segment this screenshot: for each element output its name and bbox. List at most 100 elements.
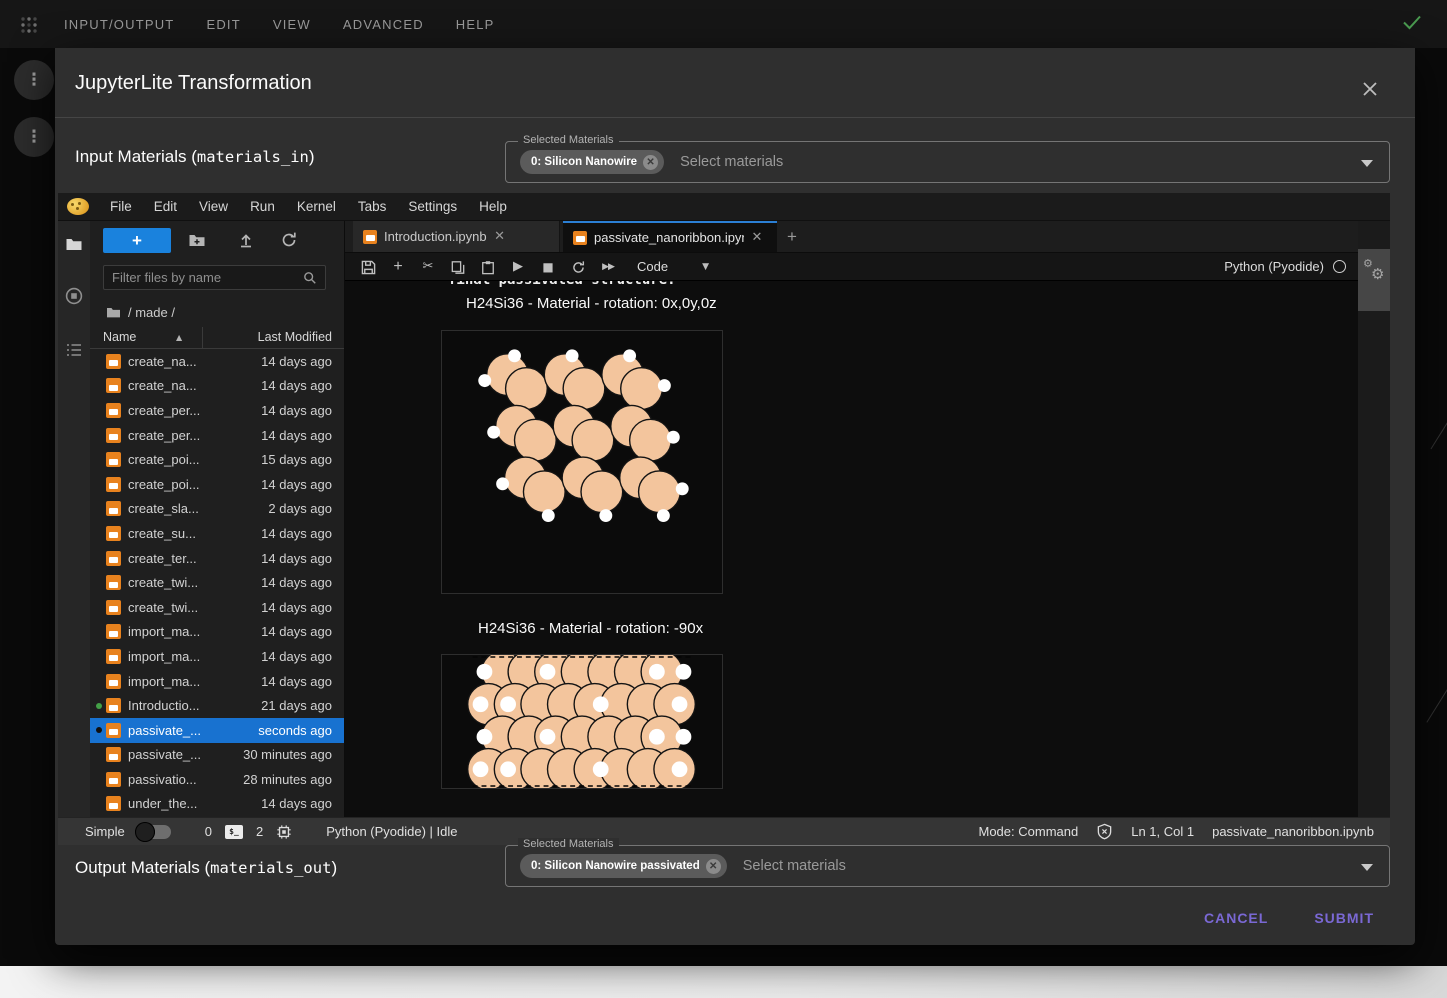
input-material-chip[interactable]: 0: Silicon Nanowire ✕ bbox=[520, 150, 664, 174]
restart-run-all-icon[interactable]: ▶▶ bbox=[593, 262, 623, 272]
menu-input-output[interactable]: INPUT/OUTPUT bbox=[64, 17, 174, 32]
kebab-menu-button[interactable]: ⋮ bbox=[14, 60, 54, 100]
filter-files-box[interactable] bbox=[103, 265, 326, 290]
kebab-menu-button[interactable]: ⋮ bbox=[14, 117, 54, 157]
notebook-file-icon bbox=[106, 747, 121, 762]
menu-edit[interactable]: EDIT bbox=[206, 17, 240, 32]
file-row[interactable]: passivatio... 28 minutes ago bbox=[90, 767, 344, 792]
new-folder-icon[interactable] bbox=[188, 231, 206, 249]
cell-type-arrow-icon[interactable]: ▼ bbox=[702, 262, 709, 272]
cancel-button[interactable]: CANCEL bbox=[1188, 900, 1284, 936]
file-row[interactable]: passivate_... seconds ago bbox=[90, 718, 344, 743]
kernels-count: 2 bbox=[256, 824, 263, 839]
kernel-name[interactable]: Python (Pyodide) bbox=[1224, 259, 1324, 274]
file-row[interactable]: create_twi... 14 days ago bbox=[90, 570, 344, 595]
save-icon[interactable] bbox=[353, 258, 383, 274]
file-modified: 14 days ago bbox=[261, 575, 332, 590]
gear-icon[interactable]: ⚙ bbox=[1371, 265, 1384, 283]
run-cell-icon[interactable]: ▶ bbox=[503, 259, 533, 274]
file-row[interactable]: create_per... 14 days ago bbox=[90, 398, 344, 423]
filter-files-input[interactable] bbox=[112, 270, 303, 285]
restart-kernel-icon[interactable] bbox=[563, 258, 593, 274]
cut-cells-icon[interactable]: ✂ bbox=[413, 259, 443, 274]
file-browser-tab-icon[interactable] bbox=[65, 235, 83, 253]
output-material-chip[interactable]: 0: Silicon Nanowire passivated ✕ bbox=[520, 854, 727, 878]
file-row[interactable]: create_sla... 2 days ago bbox=[90, 497, 344, 522]
file-row[interactable]: Introductio... 21 days ago bbox=[90, 693, 344, 718]
dropdown-arrow-icon[interactable] bbox=[1361, 160, 1373, 167]
paste-cells-icon[interactable] bbox=[473, 258, 503, 274]
output-materials-select[interactable]: Selected Materials 0: Silicon Nanowire p… bbox=[505, 845, 1390, 887]
column-last-modified[interactable]: Last Modified bbox=[258, 330, 332, 344]
trust-shield-icon[interactable] bbox=[1096, 823, 1113, 840]
notebook-file-icon bbox=[106, 551, 121, 566]
file-row[interactable]: create_twi... 14 days ago bbox=[90, 595, 344, 620]
file-row[interactable]: create_su... 14 days ago bbox=[90, 521, 344, 546]
file-row[interactable]: create_per... 14 days ago bbox=[90, 423, 344, 448]
pyodide-logo-icon bbox=[67, 198, 89, 215]
file-row[interactable]: import_ma... 14 days ago bbox=[90, 644, 344, 669]
file-row[interactable]: create_na... 14 days ago bbox=[90, 349, 344, 374]
cursor-position[interactable]: Ln 1, Col 1 bbox=[1131, 824, 1194, 839]
notebook-toolbar: + ✂ ▶ ■ ▶▶ Code bbox=[345, 253, 1358, 281]
jmenu-settings[interactable]: Settings bbox=[397, 199, 468, 214]
stop-kernel-icon[interactable]: ■ bbox=[533, 260, 563, 274]
jmenu-tabs[interactable]: Tabs bbox=[347, 199, 398, 214]
jmenu-edit[interactable]: Edit bbox=[143, 199, 188, 214]
column-name[interactable]: Name bbox=[103, 330, 136, 344]
cell-type-select[interactable]: Code bbox=[637, 259, 668, 274]
tab-close-icon[interactable]: ✕ bbox=[494, 229, 506, 244]
file-row[interactable]: create_na... 14 days ago bbox=[90, 374, 344, 399]
active-filename[interactable]: passivate_nanoribbon.ipynb bbox=[1212, 824, 1374, 839]
tab-passivate-nanoribbon[interactable]: passivate_nanoribbon.ipynb ✕ bbox=[563, 221, 777, 252]
figure2-structure-image bbox=[441, 654, 723, 789]
upload-icon[interactable] bbox=[237, 231, 255, 249]
figure2-title: H24Si36 - Material - rotation: -90x bbox=[478, 620, 703, 637]
copy-cells-icon[interactable] bbox=[443, 258, 473, 274]
submit-button[interactable]: SUBMIT bbox=[1298, 900, 1390, 936]
toggle-knob bbox=[135, 822, 155, 842]
breadcrumb[interactable]: / made / bbox=[106, 305, 175, 320]
input-materials-select[interactable]: Selected Materials 0: Silicon Nanowire ✕… bbox=[505, 141, 1390, 183]
table-of-contents-tab-icon[interactable] bbox=[65, 341, 83, 359]
chip-delete-icon[interactable]: ✕ bbox=[643, 155, 658, 170]
command-mode-indicator[interactable]: Mode: Command bbox=[979, 824, 1079, 839]
simple-mode-toggle[interactable] bbox=[138, 825, 171, 839]
file-row[interactable]: under_the... 14 days ago bbox=[90, 792, 344, 817]
file-row[interactable]: import_ma... 14 days ago bbox=[90, 620, 344, 645]
kernel-sessions-icon[interactable] bbox=[276, 824, 292, 840]
apps-grid-icon[interactable] bbox=[20, 16, 38, 34]
menu-view[interactable]: VIEW bbox=[273, 17, 311, 32]
notebook-content[interactable]: final passivated structure: H24Si36 - Ma… bbox=[345, 281, 1358, 817]
file-browser-panel: + bbox=[90, 221, 345, 817]
menu-advanced[interactable]: ADVANCED bbox=[343, 17, 424, 32]
notebook-file-icon bbox=[106, 649, 121, 664]
dropdown-arrow-icon[interactable] bbox=[1361, 864, 1373, 871]
chip-delete-icon[interactable]: ✕ bbox=[706, 859, 721, 874]
input-materials-close-paren: ) bbox=[309, 147, 315, 166]
file-row[interactable]: create_ter... 14 days ago bbox=[90, 546, 344, 571]
kernel-status-text[interactable]: Python (Pyodide) | Idle bbox=[326, 824, 457, 839]
jmenu-help[interactable]: Help bbox=[468, 199, 518, 214]
terminal-icon[interactable]: $_ bbox=[225, 825, 243, 839]
file-row[interactable]: passivate_... 30 minutes ago bbox=[90, 743, 344, 768]
file-row[interactable]: create_poi... 14 days ago bbox=[90, 472, 344, 497]
refresh-file-list-icon[interactable] bbox=[280, 231, 298, 249]
notebook-panel: Introduction.ipynb ✕ passivate_nanoribbo… bbox=[345, 221, 1358, 817]
file-row[interactable]: create_poi... 15 days ago bbox=[90, 447, 344, 472]
jmenu-file[interactable]: File bbox=[99, 199, 143, 214]
jmenu-view[interactable]: View bbox=[188, 199, 239, 214]
running-kernels-tab-icon[interactable] bbox=[65, 287, 83, 305]
file-row[interactable]: import_ma... 14 days ago bbox=[90, 669, 344, 694]
tab-close-icon[interactable]: ✕ bbox=[751, 230, 763, 245]
jmenu-run[interactable]: Run bbox=[239, 199, 286, 214]
add-tab-icon[interactable]: + bbox=[787, 227, 797, 247]
jmenu-kernel[interactable]: Kernel bbox=[286, 199, 347, 214]
new-launcher-button[interactable]: + bbox=[103, 228, 171, 253]
insert-cell-icon[interactable]: + bbox=[383, 258, 413, 276]
kernel-status-icon[interactable] bbox=[1333, 260, 1346, 273]
menu-help[interactable]: HELP bbox=[456, 17, 495, 32]
tab-introduction[interactable]: Introduction.ipynb ✕ bbox=[353, 221, 560, 252]
file-name: passivate_... bbox=[128, 723, 201, 738]
close-icon[interactable] bbox=[1359, 78, 1381, 100]
